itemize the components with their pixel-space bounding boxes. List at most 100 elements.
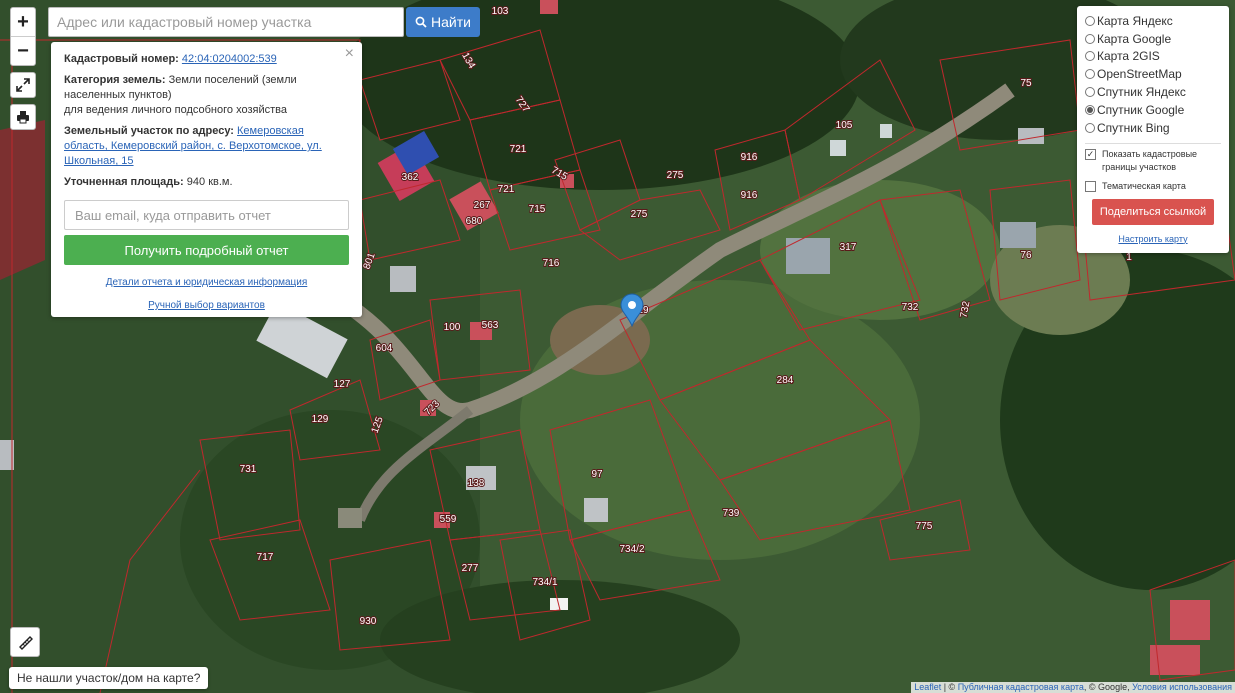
layer-option[interactable]: Спутник Яндекс [1085, 83, 1221, 101]
plot-number: 317 [840, 242, 857, 253]
area-value: 940 кв.м. [186, 176, 233, 188]
leaflet-link[interactable]: Leaflet [914, 682, 941, 692]
manual-selection-link[interactable]: Ручной выбор вариантов [148, 300, 265, 311]
printer-icon [17, 111, 29, 124]
zoom-in-button[interactable]: + [11, 8, 35, 36]
layer-option[interactable]: Карта Яндекс [1085, 12, 1221, 30]
plot-number: 275 [631, 209, 648, 220]
layer-option[interactable]: OpenStreetMap [1085, 65, 1221, 83]
terms-link[interactable]: Условия использования [1132, 682, 1232, 692]
layer-option-label: OpenStreetMap [1097, 67, 1182, 82]
plot-number: 563 [482, 320, 499, 331]
plot-number: 604 [376, 343, 393, 354]
usage-value: для ведения личного подсобного хозяйства [64, 104, 287, 116]
layer-option[interactable]: Спутник Bing [1085, 119, 1221, 137]
radio-icon[interactable] [1085, 122, 1095, 133]
zoom-control: + − [10, 7, 36, 66]
print-button[interactable] [10, 104, 36, 130]
plot-number: 284 [777, 375, 794, 386]
layer-option[interactable]: Карта Google [1085, 30, 1221, 48]
cadastral-number-link[interactable]: 42:04:0204002:539 [182, 53, 277, 65]
search-button-label: Найти [431, 14, 471, 30]
thematic-label: Тематическая карта [1102, 180, 1186, 191]
layer-option-label: Спутник Google [1097, 102, 1185, 117]
plot-number: 680 [466, 216, 483, 227]
plot-number: 129 [312, 414, 329, 425]
plot-number: 275 [667, 170, 684, 181]
map-attribution: Leaflet | © Публичная кадастровая карта,… [911, 682, 1235, 693]
search-button[interactable]: Найти [406, 7, 480, 37]
plot-number: 721 [498, 184, 515, 195]
radio-icon[interactable] [1085, 15, 1095, 26]
plot-number: 731 [240, 464, 257, 475]
report-details-link[interactable]: Детали отчета и юридическая информация [106, 277, 308, 288]
plot-number: 721 [510, 144, 527, 155]
thematic-option[interactable]: Тематическая карта [1085, 180, 1221, 193]
ruler-button[interactable] [10, 627, 40, 657]
plot-number: 739 [723, 508, 740, 519]
plot-number: 775 [916, 521, 933, 532]
show-borders-label: Показать кадастровые границы участков [1102, 148, 1198, 172]
search-icon [415, 16, 427, 28]
cadastral-label: Кадастровый номер: [64, 53, 179, 65]
layer-option-label: Спутник Яндекс [1097, 85, 1186, 100]
address-row: Земельный участок по адресу: Кемеровская… [64, 124, 349, 169]
plot-number: 559 [440, 514, 457, 525]
plot-number: 75 [1020, 78, 1032, 89]
plot-number: 734/2 [619, 544, 644, 555]
layer-option-label: Карта Яндекс [1097, 13, 1173, 28]
fullscreen-button[interactable] [10, 72, 36, 98]
google-copyright: © Google [1088, 682, 1128, 692]
setup-map-link[interactable]: Настроить карту [1118, 234, 1187, 244]
plot-number: 76 [1020, 250, 1032, 261]
plot-number: 267 [474, 200, 491, 211]
thematic-checkbox[interactable] [1085, 180, 1096, 192]
category-label: Категория земель: [64, 74, 166, 86]
sports-field [0, 120, 45, 280]
plot-number: 127 [334, 379, 351, 390]
expand-icon [16, 78, 30, 92]
radio-icon[interactable] [1085, 87, 1095, 98]
plot-number: 138 [468, 478, 485, 489]
layer-option[interactable]: Спутник Google [1085, 101, 1221, 119]
plot-number: 97 [591, 469, 603, 480]
plot-number: 734/1 [532, 577, 557, 588]
plot-number: 362 [402, 172, 419, 183]
layer-option-label: Спутник Bing [1097, 120, 1170, 135]
area-row: Уточненная площадь: 940 кв.м. [64, 175, 349, 190]
layer-option-label: Карта 2GIS [1097, 49, 1160, 64]
plot-number: 1 [1126, 252, 1132, 263]
layer-options: Карта Яндекс Карта Google Карта 2GIS OpenSt… [1085, 12, 1221, 137]
plot-number: 716 [543, 258, 560, 269]
zoom-out-button[interactable]: − [11, 36, 35, 65]
plot-number: 277 [462, 563, 479, 574]
radio-icon[interactable] [1085, 33, 1095, 44]
layers-panel: Карта Яндекс Карта Google Карта 2GIS OpenSt… [1077, 6, 1229, 253]
ruler-icon [19, 636, 33, 650]
plot-number: 715 [529, 204, 546, 215]
plot-number: 916 [741, 190, 758, 201]
search-input[interactable] [48, 7, 404, 37]
not-found-button[interactable]: Не нашли участок/дом на карте? [9, 667, 209, 689]
address-label: Земельный участок по адресу: [64, 125, 234, 137]
radio-selected-icon[interactable] [1085, 104, 1095, 115]
plot-number: 930 [360, 616, 377, 627]
close-icon[interactable]: × [345, 46, 354, 62]
plot-number: 103 [492, 6, 509, 17]
divider [1085, 142, 1221, 144]
layer-option[interactable]: Карта 2GIS [1085, 48, 1221, 66]
pkk-link[interactable]: Публичная кадастровая карта [958, 682, 1084, 692]
parcel-info-panel: × Кадастровый номер: 42:04:0204002:539 К… [51, 42, 362, 317]
email-field[interactable] [64, 200, 349, 230]
show-borders-checkbox[interactable]: ✓ [1085, 148, 1096, 160]
plot-number: 100 [444, 322, 461, 333]
share-link-button[interactable]: Поделиться ссылкой [1092, 198, 1214, 225]
radio-icon[interactable] [1085, 69, 1095, 80]
category-row: Категория земель: Земли поселений (земли… [64, 73, 349, 118]
get-report-button[interactable]: Получить подробный отчет [64, 235, 349, 265]
radio-icon[interactable] [1085, 51, 1095, 62]
cadastral-row: Кадастровый номер: 42:04:0204002:539 [64, 52, 349, 67]
plot-number: 732 [902, 302, 919, 313]
show-borders-option[interactable]: ✓ Показать кадастровые границы участков [1085, 148, 1221, 174]
plot-number: 105 [836, 120, 853, 131]
